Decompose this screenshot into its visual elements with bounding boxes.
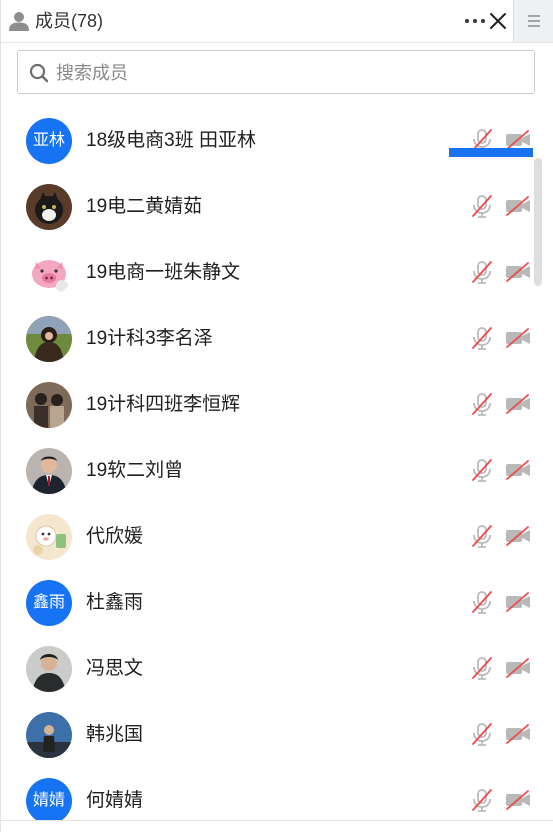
avatar: 婧婧 <box>26 778 72 820</box>
member-row[interactable]: 代欣媛 <box>0 504 540 570</box>
member-name: 代欣媛 <box>86 526 144 547</box>
avatar <box>26 712 72 758</box>
camera-off-icon[interactable] <box>505 262 531 282</box>
member-row[interactable]: 19电二黄婧茹 <box>0 174 540 240</box>
member-row[interactable]: 19计科3李名泽 <box>0 306 540 372</box>
avatar <box>26 250 72 296</box>
mic-muted-icon[interactable] <box>471 788 493 812</box>
camera-off-icon[interactable] <box>505 394 531 414</box>
member-name: 韩兆国 <box>86 724 144 745</box>
avatar: 鑫雨 <box>26 580 72 626</box>
footer-divider <box>0 820 553 821</box>
avatar <box>26 646 72 692</box>
avatar <box>26 316 72 362</box>
camera-off-icon[interactable] <box>505 328 531 348</box>
camera-off-icon[interactable] <box>505 460 531 480</box>
member-name: 19电二黄婧茹 <box>86 196 203 217</box>
scrollbar-thumb[interactable] <box>534 158 542 286</box>
member-row[interactable]: 亚林 18级电商3班 田亚林 <box>0 108 540 174</box>
selection-indicator <box>449 148 533 157</box>
close-icon[interactable] <box>489 11 507 31</box>
member-name: 19计科3李名泽 <box>86 328 213 349</box>
camera-off-icon[interactable] <box>505 130 531 150</box>
camera-off-icon[interactable] <box>505 658 531 678</box>
mic-muted-icon[interactable] <box>471 194 493 218</box>
camera-off-icon[interactable] <box>505 790 531 810</box>
camera-off-icon[interactable] <box>505 526 531 546</box>
mic-muted-icon[interactable] <box>471 656 493 680</box>
member-name: 何婧婧 <box>86 790 144 811</box>
member-name: 19电商一班朱静文 <box>86 262 241 283</box>
member-row[interactable]: 冯思文 <box>0 636 540 702</box>
member-name: 冯思文 <box>86 658 144 679</box>
person-icon <box>8 10 30 32</box>
camera-off-icon[interactable] <box>505 196 531 216</box>
avatar <box>26 514 72 560</box>
members-header: 成员(78) <box>0 0 553 43</box>
member-row[interactable]: 19电商一班朱静文 <box>0 240 540 306</box>
member-name: 19计科四班李恒辉 <box>86 394 241 415</box>
member-name: 19软二刘曾 <box>86 460 184 481</box>
mic-muted-icon[interactable] <box>471 524 493 548</box>
member-row[interactable]: 19计科四班李恒辉 <box>0 372 540 438</box>
member-row[interactable]: 婧婧 何婧婧 <box>0 768 540 820</box>
member-name: 杜鑫雨 <box>86 592 144 613</box>
camera-off-icon[interactable] <box>505 592 531 612</box>
member-row[interactable]: 19软二刘曾 <box>0 438 540 504</box>
mic-muted-icon[interactable] <box>471 722 493 746</box>
mic-muted-icon[interactable] <box>471 326 493 350</box>
hamburger-menu-icon[interactable] <box>513 0 553 42</box>
avatar <box>26 448 72 494</box>
mic-muted-icon[interactable] <box>471 458 493 482</box>
member-name: 18级电商3班 田亚林 <box>86 130 256 151</box>
member-row[interactable]: 鑫雨 杜鑫雨 <box>0 570 540 636</box>
page-title: 成员(78) <box>35 11 104 31</box>
avatar <box>26 382 72 428</box>
member-row[interactable]: 韩兆国 <box>0 702 540 768</box>
member-list: 亚林 18级电商3班 田亚林 19电二黄婧茹 19电商一班朱静文 19计科3李名… <box>0 108 553 820</box>
mic-muted-icon[interactable] <box>471 260 493 284</box>
search-icon <box>29 63 49 83</box>
mic-muted-icon[interactable] <box>471 392 493 416</box>
search-input[interactable] <box>54 59 518 87</box>
search-box <box>17 50 535 94</box>
avatar: 亚林 <box>26 118 72 164</box>
mic-muted-icon[interactable] <box>471 590 493 614</box>
avatar <box>26 184 72 230</box>
camera-off-icon[interactable] <box>505 724 531 744</box>
more-options-icon[interactable] <box>464 12 486 30</box>
